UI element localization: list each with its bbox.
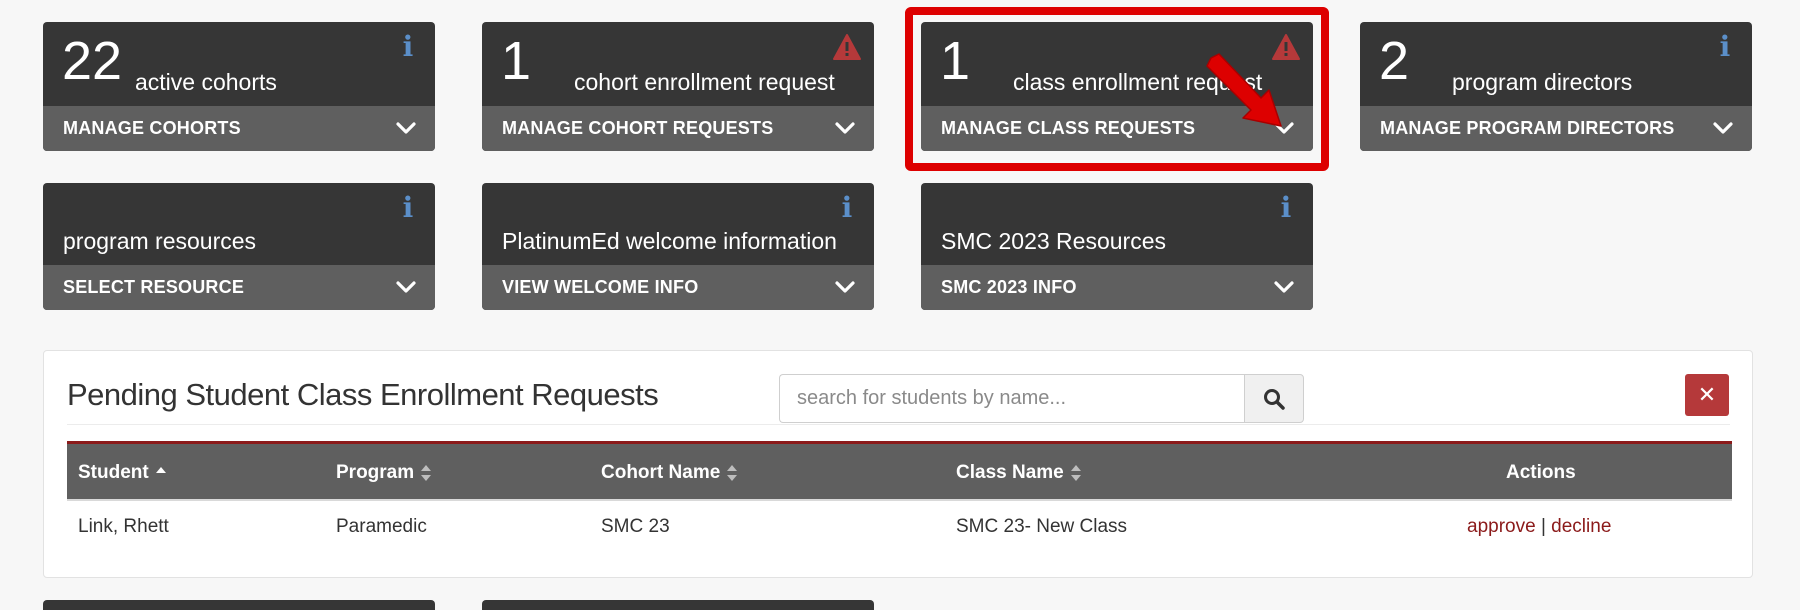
chevron-down-icon bbox=[835, 281, 855, 293]
card-label: SMC 2023 Resources bbox=[941, 228, 1166, 254]
card-header: 1 cohort enrollment request bbox=[482, 22, 874, 106]
close-button[interactable]: ✕ bbox=[1685, 374, 1729, 416]
requests-table: Student Program Cohort Name Class Name A… bbox=[67, 441, 1732, 555]
info-icon[interactable]: i bbox=[393, 32, 423, 62]
close-icon: ✕ bbox=[1697, 382, 1717, 407]
card-label: cohort enrollment request bbox=[574, 69, 835, 95]
card-partial bbox=[43, 600, 435, 610]
column-header-program[interactable]: Program bbox=[336, 462, 432, 484]
button-label: SELECT RESOURCE bbox=[63, 277, 245, 297]
card-header: SMC 2023 Resources i bbox=[921, 183, 1313, 265]
divider bbox=[67, 424, 1730, 425]
column-header-actions: Actions bbox=[1506, 462, 1576, 483]
smc-2023-info-button[interactable]: SMC 2023 INFO bbox=[921, 265, 1313, 310]
table-header: Student Program Cohort Name Class Name A… bbox=[67, 441, 1732, 499]
button-label: MANAGE COHORT REQUESTS bbox=[502, 118, 774, 138]
sort-icon bbox=[421, 465, 432, 481]
chevron-down-icon bbox=[835, 122, 855, 134]
manage-cohorts-button[interactable]: MANAGE COHORTS bbox=[43, 106, 435, 151]
card-active-cohorts: 22 active cohorts i MANAGE COHORTS bbox=[43, 22, 435, 151]
info-icon[interactable]: i bbox=[1710, 32, 1740, 62]
chevron-down-icon bbox=[1274, 281, 1294, 293]
view-welcome-info-button[interactable]: VIEW WELCOME INFO bbox=[482, 265, 874, 310]
table-row: Link, Rhett Paramedic SMC 23 SMC 23- New… bbox=[67, 499, 1732, 555]
card-count: 2 bbox=[1379, 31, 1410, 91]
info-icon[interactable]: i bbox=[393, 193, 423, 223]
cell-cohort-name: SMC 23 bbox=[601, 516, 670, 537]
card-program-resources: program resources i SELECT RESOURCE bbox=[43, 183, 435, 310]
button-label: VIEW WELCOME INFO bbox=[502, 277, 699, 297]
manage-cohort-requests-button[interactable]: MANAGE COHORT REQUESTS bbox=[482, 106, 874, 151]
chevron-down-icon bbox=[396, 122, 416, 134]
card-smc-2023-resources: SMC 2023 Resources i SMC 2023 INFO bbox=[921, 183, 1313, 310]
card-header: 22 active cohorts i bbox=[43, 22, 435, 106]
card-label: PlatinumEd welcome information bbox=[502, 228, 837, 254]
info-icon[interactable]: i bbox=[832, 193, 862, 223]
decline-link[interactable]: decline bbox=[1551, 516, 1611, 537]
manage-program-directors-button[interactable]: MANAGE PROGRAM DIRECTORS bbox=[1360, 106, 1752, 151]
card-header: program resources i bbox=[43, 183, 435, 265]
card-header: 2 program directors i bbox=[1360, 22, 1752, 106]
card-cohort-enrollment-request: 1 cohort enrollment request MANAGE COHOR… bbox=[482, 22, 874, 151]
sort-ascending-icon bbox=[155, 467, 166, 473]
card-count: 1 bbox=[501, 31, 532, 91]
select-resource-button[interactable]: SELECT RESOURCE bbox=[43, 265, 435, 310]
card-label: program resources bbox=[63, 228, 257, 254]
button-label: MANAGE PROGRAM DIRECTORS bbox=[1380, 118, 1675, 138]
card-partial bbox=[482, 600, 874, 610]
warning-icon[interactable] bbox=[832, 32, 862, 62]
chevron-down-icon bbox=[1713, 122, 1733, 134]
cell-student: Link, Rhett bbox=[78, 516, 169, 537]
approve-link[interactable]: approve bbox=[1467, 516, 1536, 537]
card-label: program directors bbox=[1452, 69, 1633, 95]
column-header-student[interactable]: Student bbox=[78, 462, 167, 484]
pointer-arrow-icon bbox=[1206, 53, 1282, 127]
cell-class-name: SMC 23- New Class bbox=[956, 516, 1128, 537]
card-welcome-information: PlatinumEd welcome information i VIEW WE… bbox=[482, 183, 874, 310]
sort-icon bbox=[727, 465, 738, 481]
column-header-cohort-name[interactable]: Cohort Name bbox=[601, 462, 738, 484]
column-header-class-name[interactable]: Class Name bbox=[956, 462, 1082, 484]
action-separator: | bbox=[1540, 516, 1546, 537]
cell-program: Paramedic bbox=[336, 516, 427, 537]
chevron-down-icon bbox=[396, 281, 416, 293]
card-label: active cohorts bbox=[135, 69, 277, 95]
search-input[interactable] bbox=[779, 374, 1245, 423]
panel-title: Pending Student Class Enrollment Request… bbox=[67, 377, 659, 412]
card-program-directors: 2 program directors i MANAGE PROGRAM DIR… bbox=[1360, 22, 1752, 151]
cell-actions: approve | decline bbox=[1467, 516, 1611, 538]
card-header: PlatinumEd welcome information i bbox=[482, 183, 874, 265]
button-label: MANAGE COHORTS bbox=[63, 118, 241, 138]
sort-icon bbox=[1070, 465, 1081, 481]
search-button[interactable] bbox=[1244, 374, 1304, 423]
search-icon bbox=[1264, 388, 1285, 410]
pending-requests-panel: Pending Student Class Enrollment Request… bbox=[43, 350, 1753, 578]
card-count: 22 bbox=[62, 31, 123, 91]
button-label: SMC 2023 INFO bbox=[941, 277, 1077, 297]
info-icon[interactable]: i bbox=[1271, 193, 1301, 223]
